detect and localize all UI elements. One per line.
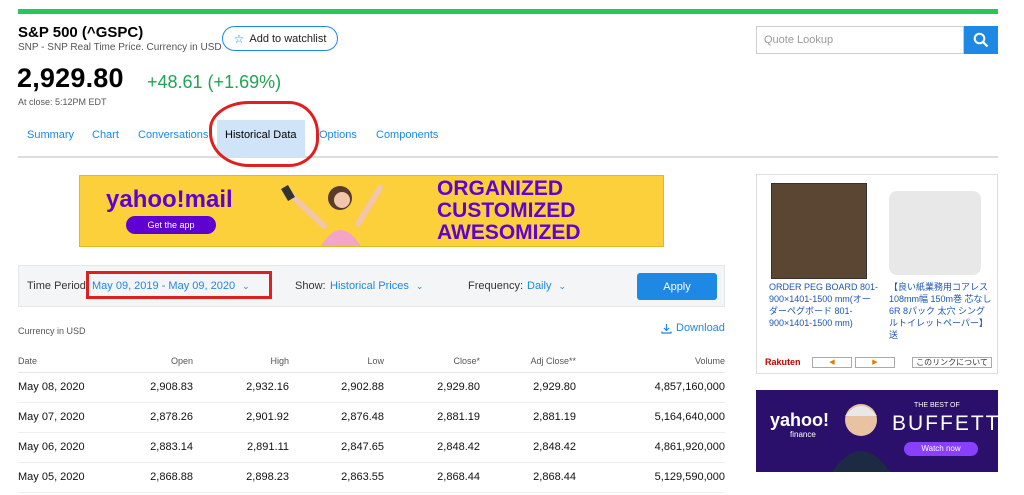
cell-date: May 07, 2020: [18, 402, 123, 433]
ad-product-1[interactable]: ORDER PEG BOARD 801-900×1401-1500 mm(オーダ…: [769, 281, 879, 343]
cell-date: May 05, 2020: [18, 462, 123, 493]
frequency-dropdown[interactable]: Daily ⌄: [527, 280, 566, 292]
add-to-watchlist-button[interactable]: ☆ Add to watchlist: [222, 26, 338, 51]
cell-low: 2,847.65: [289, 432, 384, 463]
apply-button[interactable]: Apply: [637, 273, 717, 300]
col-low: Low: [289, 350, 384, 373]
historical-data-table: Date Open High Low Close* Adj Close** Vo…: [18, 350, 725, 493]
download-link[interactable]: Download: [661, 322, 725, 334]
currency-note: Currency in USD: [18, 326, 86, 336]
star-icon: ☆: [233, 31, 245, 46]
yahoo-finance-buffett-ad[interactable]: yahoo! finance THE BEST OF BUFFETT Watch…: [756, 390, 998, 472]
price: 2,929.80: [17, 63, 124, 93]
tab-bar: Summary Chart Conversations Historical D…: [18, 120, 998, 158]
chevron-down-icon: ⌄: [558, 281, 567, 291]
rakuten-ad[interactable]: ORDER PEG BOARD 801-900×1401-1500 mm(オーダ…: [756, 174, 998, 374]
tab-options[interactable]: Options: [319, 129, 357, 141]
prev-arrow-button[interactable]: ◀: [812, 357, 852, 368]
mail-ad-banner[interactable]: yahoo!mail Get the app ORGANIZED CUSTOMI…: [79, 175, 664, 247]
ad-person-image: [281, 184, 383, 246]
cell-open: 2,883.14: [123, 432, 193, 463]
tab-summary[interactable]: Summary: [27, 129, 74, 141]
search-button[interactable]: [964, 26, 998, 54]
time-period-label: Time Period:: [27, 280, 89, 292]
download-icon: [661, 323, 672, 334]
cell-close: 2,868.44: [384, 462, 480, 493]
col-date: Date: [18, 350, 123, 373]
watch-now-button[interactable]: Watch now: [904, 442, 978, 456]
cell-low: 2,863.55: [289, 462, 384, 493]
cell-adj-close: 2,929.80: [480, 372, 576, 403]
table-row: May 06, 2020 2,883.14 2,891.11 2,847.65 …: [18, 432, 725, 463]
show-dropdown[interactable]: Historical Prices ⌄: [330, 280, 423, 292]
quote-lookup-input[interactable]: Quote Lookup: [756, 26, 964, 54]
cell-open: 2,868.88: [123, 462, 193, 493]
search-icon: [973, 32, 989, 48]
col-adj-close: Adj Close**: [480, 350, 576, 373]
table-row: May 05, 2020 2,868.88 2,898.23 2,863.55 …: [18, 462, 725, 493]
filter-bar: Time Period: May 09, 2019 - May 09, 2020…: [18, 265, 725, 307]
cell-adj-close: 2,848.42: [480, 432, 576, 463]
cell-date: May 06, 2020: [18, 432, 123, 463]
get-the-app-button[interactable]: Get the app: [126, 216, 216, 234]
cell-close: 2,848.42: [384, 432, 480, 463]
cell-low: 2,902.88: [289, 372, 384, 403]
about-link[interactable]: このリンクについて: [912, 357, 992, 368]
ad-logo: yahoo!mail: [106, 186, 233, 213]
ad-finance-logo: yahoo!: [770, 410, 830, 430]
ad-person-image: [832, 404, 890, 472]
cell-volume: 4,857,160,000: [576, 372, 725, 403]
product-image-pegboard: [771, 183, 867, 279]
ad-tag-small: THE BEST OF: [914, 402, 960, 409]
table-row: May 08, 2020 2,908.83 2,932.16 2,902.88 …: [18, 372, 725, 403]
col-high: High: [193, 350, 289, 373]
col-open: Open: [123, 350, 193, 373]
ad-product-2[interactable]: 【良い紙業務用コアレス108mm幅 150m巻 芯なし 6R 8パック 太穴 シ…: [889, 281, 993, 343]
frequency-label: Frequency:: [468, 280, 524, 292]
cell-close: 2,881.19: [384, 402, 480, 433]
cell-high: 2,891.11: [193, 432, 289, 463]
watchlist-label: Add to watchlist: [249, 32, 327, 45]
product-image-toilet-paper: [889, 191, 981, 275]
cell-close: 2,929.80: [384, 372, 480, 403]
close-time: At close: 5:12PM EDT: [18, 97, 107, 107]
col-volume: Volume: [576, 350, 725, 373]
chevron-down-icon: ⌄: [415, 281, 424, 291]
annotation-box: [86, 271, 272, 299]
price-change: +48.61 (+1.69%): [147, 72, 282, 92]
show-label: Show:: [295, 280, 326, 292]
cell-high: 2,898.23: [193, 462, 289, 493]
cell-volume: 5,129,590,000: [576, 462, 725, 493]
cell-open: 2,878.26: [123, 402, 193, 433]
quote-subtitle: SNP - SNP Real Time Price. Currency in U…: [18, 42, 222, 53]
cell-date: May 08, 2020: [18, 372, 123, 403]
tab-chart[interactable]: Chart: [92, 129, 119, 141]
col-close: Close*: [384, 350, 480, 373]
cell-low: 2,876.48: [289, 402, 384, 433]
cell-volume: 4,861,920,000: [576, 432, 725, 463]
cell-volume: 5,164,640,000: [576, 402, 725, 433]
ad-tagline: ORGANIZED CUSTOMIZED AWESOMIZED: [437, 177, 581, 244]
cell-adj-close: 2,868.44: [480, 462, 576, 493]
rakuten-logo: Rakuten: [765, 357, 801, 367]
table-row: May 07, 2020 2,878.26 2,901.92 2,876.48 …: [18, 402, 725, 433]
quote-title: S&P 500 (^GSPC): [18, 24, 144, 41]
top-accent-bar: [18, 9, 998, 14]
tab-conversations[interactable]: Conversations: [138, 129, 208, 141]
ad-tag-big: BUFFETT: [892, 412, 998, 435]
cell-high: 2,901.92: [193, 402, 289, 433]
annotation-circle: [209, 101, 319, 167]
tab-components[interactable]: Components: [376, 129, 438, 141]
cell-high: 2,932.16: [193, 372, 289, 403]
table-header-row: Date Open High Low Close* Adj Close** Vo…: [18, 350, 725, 373]
cell-adj-close: 2,881.19: [480, 402, 576, 433]
cell-open: 2,908.83: [123, 372, 193, 403]
next-arrow-button[interactable]: ▶: [855, 357, 895, 368]
ad-finance-sub: finance: [790, 430, 816, 439]
